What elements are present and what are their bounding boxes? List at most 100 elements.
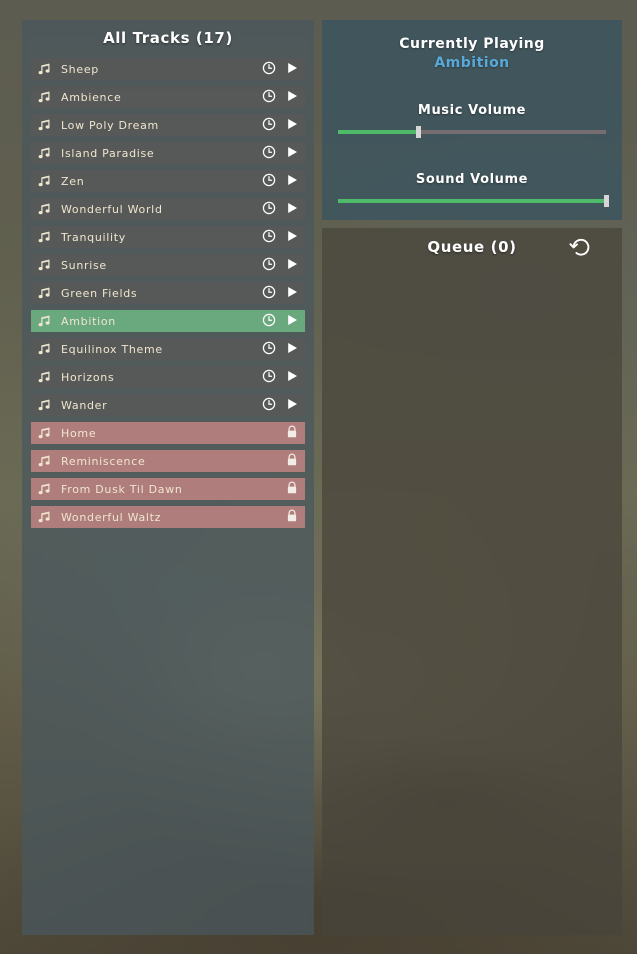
all-tracks-title: All Tracks (17) xyxy=(103,29,233,47)
clock-icon[interactable] xyxy=(262,396,276,415)
track-title: From Dusk Til Dawn xyxy=(61,482,183,496)
track-row[interactable]: Wonderful World xyxy=(31,198,305,220)
track-row[interactable]: Sheep xyxy=(31,58,305,80)
track-row[interactable]: From Dusk Til Dawn xyxy=(31,478,305,500)
track-row[interactable]: Sunrise xyxy=(31,254,305,276)
clock-icon[interactable] xyxy=(262,60,276,79)
track-title: Wonderful Waltz xyxy=(61,510,162,524)
music-note-icon xyxy=(38,315,50,327)
track-row[interactable]: Home xyxy=(31,422,305,444)
track-row[interactable]: Tranquility xyxy=(31,226,305,248)
track-title: Equilinox Theme xyxy=(61,342,163,356)
play-icon[interactable] xyxy=(285,340,299,359)
music-note-icon xyxy=(38,147,50,159)
play-icon[interactable] xyxy=(285,228,299,247)
reset-loop-icon[interactable] xyxy=(568,234,594,260)
track-row-actions xyxy=(262,116,299,135)
music-note-icon xyxy=(38,399,50,411)
slider-handle[interactable] xyxy=(604,195,609,207)
play-icon[interactable] xyxy=(285,200,299,219)
track-row-actions xyxy=(262,284,299,303)
play-icon[interactable] xyxy=(285,172,299,191)
music-note-icon xyxy=(38,63,50,75)
clock-icon[interactable] xyxy=(262,144,276,163)
clock-icon[interactable] xyxy=(262,116,276,135)
track-row-actions xyxy=(285,452,299,471)
track-row[interactable]: Ambition xyxy=(31,310,305,332)
track-title: Tranquility xyxy=(61,230,126,244)
track-title: Reminiscence xyxy=(61,454,146,468)
track-row-actions xyxy=(262,256,299,275)
slider-fill xyxy=(338,199,606,203)
queue-header: Queue (0) xyxy=(322,228,622,262)
all-tracks-panel: All Tracks (17) Sheep Ambience Low Poly Dr… xyxy=(22,20,314,935)
clock-icon[interactable] xyxy=(262,172,276,191)
lock-icon xyxy=(285,452,299,471)
track-title: Horizons xyxy=(61,370,115,384)
track-row-actions xyxy=(262,172,299,191)
track-row-actions xyxy=(285,424,299,443)
track-row[interactable]: Green Fields xyxy=(31,282,305,304)
track-row[interactable]: Low Poly Dream xyxy=(31,114,305,136)
music-note-icon xyxy=(38,175,50,187)
play-icon[interactable] xyxy=(285,88,299,107)
track-row[interactable]: Wonderful Waltz xyxy=(31,506,305,528)
track-title: Home xyxy=(61,426,97,440)
track-row[interactable]: Island Paradise xyxy=(31,142,305,164)
music-note-icon xyxy=(38,119,50,131)
play-icon[interactable] xyxy=(285,256,299,275)
volume-sliders: Music Volume Sound Volume xyxy=(322,103,622,207)
volume-slider-music[interactable]: Music Volume xyxy=(322,103,622,138)
slider-track[interactable] xyxy=(338,195,609,207)
track-title: Island Paradise xyxy=(61,146,155,160)
track-row[interactable]: Equilinox Theme xyxy=(31,338,305,360)
track-row-actions xyxy=(262,396,299,415)
track-row[interactable]: Ambience xyxy=(31,86,305,108)
music-note-icon xyxy=(38,231,50,243)
track-row-actions xyxy=(262,340,299,359)
clock-icon[interactable] xyxy=(262,200,276,219)
clock-icon[interactable] xyxy=(262,88,276,107)
play-icon[interactable] xyxy=(285,60,299,79)
volume-slider-sound[interactable]: Sound Volume xyxy=(322,172,622,207)
track-row[interactable]: Wander xyxy=(31,394,305,416)
track-row-actions xyxy=(262,88,299,107)
clock-icon[interactable] xyxy=(262,284,276,303)
play-icon[interactable] xyxy=(285,368,299,387)
track-title: Sunrise xyxy=(61,258,107,272)
slider-handle[interactable] xyxy=(416,126,422,138)
music-note-icon xyxy=(38,287,50,299)
track-row-actions xyxy=(262,228,299,247)
track-title: Low Poly Dream xyxy=(61,118,159,132)
slider-track[interactable] xyxy=(338,126,606,138)
music-note-icon xyxy=(38,483,50,495)
clock-icon[interactable] xyxy=(262,228,276,247)
track-row-actions xyxy=(262,60,299,79)
play-icon[interactable] xyxy=(285,144,299,163)
clock-icon[interactable] xyxy=(262,340,276,359)
lock-icon xyxy=(285,508,299,527)
track-list: Sheep Ambience Low Poly Dream Island Paradi… xyxy=(22,58,314,528)
music-note-icon xyxy=(38,259,50,271)
queue-panel: Queue (0) xyxy=(322,228,622,935)
music-note-icon xyxy=(38,455,50,467)
play-icon[interactable] xyxy=(285,116,299,135)
track-row[interactable]: Zen xyxy=(31,170,305,192)
track-row-actions xyxy=(262,144,299,163)
currently-playing-track: Ambition xyxy=(434,55,510,71)
play-icon[interactable] xyxy=(285,312,299,331)
play-icon[interactable] xyxy=(285,396,299,415)
music-note-icon xyxy=(38,511,50,523)
slider-fill xyxy=(338,130,419,134)
track-row[interactable]: Reminiscence xyxy=(31,450,305,472)
lock-icon xyxy=(285,480,299,499)
track-row-actions xyxy=(285,508,299,527)
music-note-icon xyxy=(38,371,50,383)
track-row[interactable]: Horizons xyxy=(31,366,305,388)
clock-icon[interactable] xyxy=(262,368,276,387)
play-icon[interactable] xyxy=(285,284,299,303)
clock-icon[interactable] xyxy=(262,256,276,275)
music-note-icon xyxy=(38,427,50,439)
track-row-actions xyxy=(285,480,299,499)
clock-icon[interactable] xyxy=(262,312,276,331)
